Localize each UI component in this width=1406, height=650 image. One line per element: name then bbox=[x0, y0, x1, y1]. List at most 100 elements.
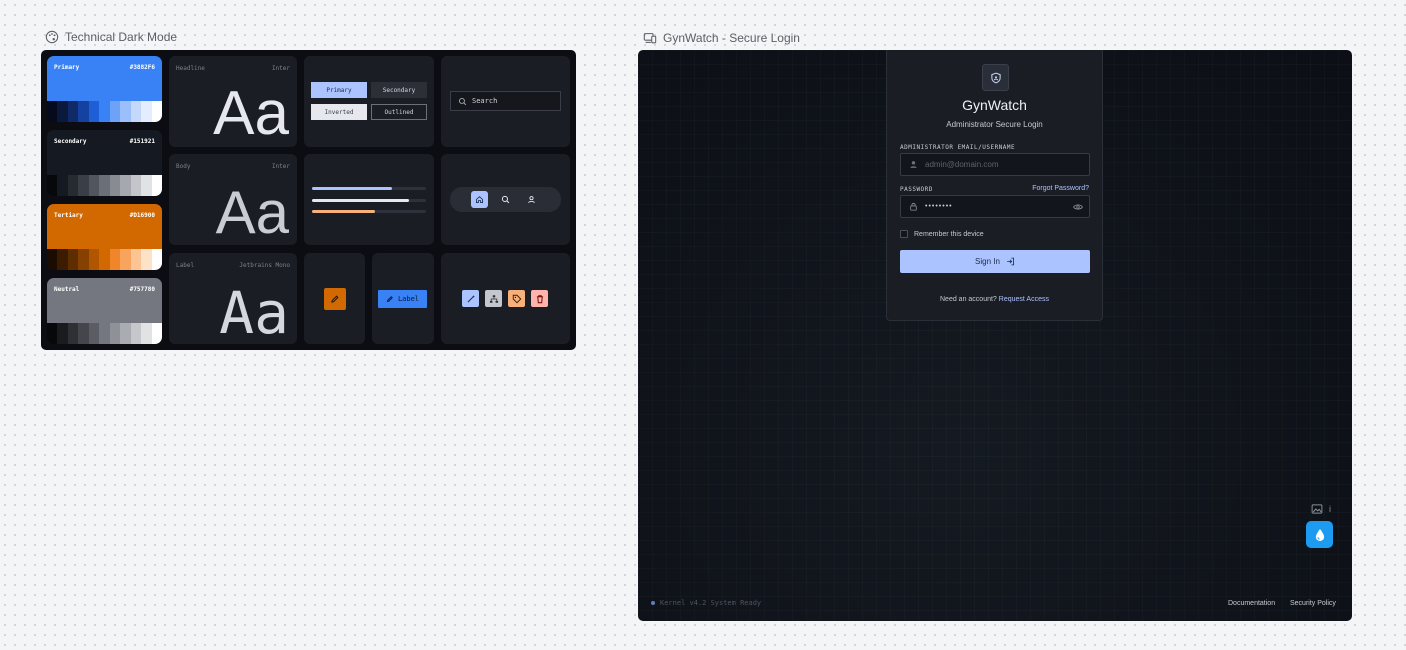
type-role: Label bbox=[176, 262, 195, 269]
swatch-shade bbox=[88, 175, 100, 196]
secondary-button-sample[interactable]: Secondary bbox=[371, 82, 427, 98]
swatch-shade bbox=[78, 101, 89, 122]
trash-icon bbox=[536, 294, 543, 303]
remember-device[interactable]: Remember this device bbox=[900, 230, 984, 238]
swatch-name: Tertiary bbox=[54, 212, 83, 219]
search-icon bbox=[501, 195, 510, 204]
swatch-shade bbox=[57, 175, 68, 196]
swatch-neutral[interactable]: Neutral #757780 bbox=[47, 278, 162, 344]
frame-title-design-system[interactable]: Technical Dark Mode bbox=[45, 30, 177, 44]
swatch-primary[interactable]: Primary #3882F6 bbox=[47, 56, 162, 122]
swatch-shade bbox=[99, 249, 110, 270]
swatch-shade bbox=[109, 249, 121, 270]
frame-title-label: GynWatch - Secure Login bbox=[663, 31, 800, 45]
chip-magic[interactable] bbox=[462, 290, 479, 307]
type-font: Inter bbox=[271, 65, 290, 72]
type-role: Headline bbox=[176, 65, 205, 72]
label-button-text: Label bbox=[397, 295, 420, 303]
swatch-shade bbox=[47, 101, 58, 122]
status-dot bbox=[651, 601, 655, 605]
swatch-tertiary[interactable]: Tertiary #D16900 bbox=[47, 204, 162, 270]
sign-in-label: Sign In bbox=[975, 257, 1000, 266]
swatch-shade bbox=[109, 175, 121, 196]
swatch-shade bbox=[120, 101, 131, 122]
swatch-shade bbox=[67, 323, 79, 344]
swatch-shade bbox=[130, 175, 142, 196]
nav-card bbox=[441, 154, 570, 245]
type-sample: Aa bbox=[213, 79, 289, 148]
swatch-secondary[interactable]: Secondary #151921 bbox=[47, 130, 162, 196]
type-font: Inter bbox=[271, 163, 290, 170]
signup-line: Need an account? Request Access bbox=[887, 296, 1102, 303]
nav-search[interactable] bbox=[497, 191, 514, 208]
email-field[interactable]: admin@domain.com bbox=[900, 153, 1090, 176]
label-button-sample[interactable]: Label bbox=[378, 290, 427, 308]
progress-bar-2 bbox=[312, 199, 426, 202]
pencil-icon bbox=[331, 295, 339, 303]
type-card-headline[interactable]: Headline Inter Aa bbox=[169, 56, 297, 147]
swatch-shade bbox=[120, 175, 131, 196]
chips-card bbox=[441, 253, 570, 344]
documentation-link[interactable]: Documentation bbox=[1228, 600, 1275, 607]
swatch-shade bbox=[47, 175, 58, 196]
progress-bar-3 bbox=[312, 210, 426, 213]
inverted-button-sample[interactable]: Inverted bbox=[311, 104, 367, 120]
email-placeholder: admin@domain.com bbox=[925, 160, 999, 169]
swatch-shade bbox=[141, 175, 152, 196]
password-field[interactable]: •••••••• bbox=[900, 195, 1090, 218]
request-access-link[interactable]: Request Access bbox=[999, 296, 1049, 303]
search-card: Search bbox=[441, 56, 570, 147]
swatch-shade bbox=[88, 101, 100, 122]
swatch-shade bbox=[47, 323, 58, 344]
buttons-card: Primary Secondary Inverted Outlined bbox=[304, 56, 434, 147]
swatch-shade bbox=[78, 175, 89, 196]
login-arrow-icon bbox=[1007, 257, 1014, 266]
swatch-shade bbox=[130, 101, 142, 122]
swatch-shade bbox=[151, 101, 162, 122]
chip-tag[interactable] bbox=[508, 290, 525, 307]
type-role: Body bbox=[176, 163, 191, 170]
eye-icon[interactable] bbox=[1073, 202, 1083, 212]
swatch-shade bbox=[57, 101, 68, 122]
progress-fill bbox=[312, 187, 392, 190]
chip-row bbox=[462, 290, 548, 307]
status-text: Kernel v4.2 System Ready bbox=[660, 599, 762, 607]
remember-checkbox[interactable] bbox=[900, 230, 908, 238]
droplet-fab-button[interactable] bbox=[1306, 521, 1333, 548]
brand-name: GynWatch bbox=[962, 97, 1027, 113]
swatch-shade bbox=[99, 175, 110, 196]
type-sample: Aa bbox=[219, 279, 289, 347]
primary-button-sample[interactable]: Primary bbox=[311, 82, 367, 98]
swatch-strip bbox=[47, 249, 162, 270]
sign-in-button[interactable]: Sign In bbox=[900, 250, 1090, 273]
outlined-button-sample[interactable]: Outlined bbox=[371, 104, 427, 120]
swatch-shade bbox=[67, 249, 79, 270]
edit-icon-button[interactable] bbox=[324, 288, 346, 310]
frame-title-login[interactable]: GynWatch - Secure Login bbox=[643, 31, 800, 45]
swatch-shade bbox=[88, 249, 100, 270]
nav-profile[interactable] bbox=[523, 191, 540, 208]
swatch-shade bbox=[99, 323, 110, 344]
swatch-shade bbox=[109, 101, 121, 122]
swatch-name: Neutral bbox=[54, 286, 80, 293]
forgot-password-link[interactable]: Forgot Password? bbox=[1032, 185, 1089, 192]
swatch-shade bbox=[78, 323, 89, 344]
security-policy-link[interactable]: Security Policy bbox=[1290, 600, 1336, 607]
swatch-shade bbox=[141, 101, 152, 122]
chip-delete[interactable] bbox=[531, 290, 548, 307]
nav-home[interactable] bbox=[471, 191, 488, 208]
info-icon[interactable]: i bbox=[1329, 504, 1331, 514]
search-input-sample[interactable]: Search bbox=[450, 91, 561, 111]
progress-card bbox=[304, 154, 434, 245]
login-card: GynWatch Administrator Secure Login ADMI… bbox=[886, 50, 1103, 321]
swatch-shade bbox=[57, 323, 68, 344]
type-card-body[interactable]: Body Inter Aa bbox=[169, 154, 297, 245]
user-icon bbox=[910, 161, 917, 168]
image-icon[interactable] bbox=[1311, 503, 1323, 515]
swatch-shade bbox=[67, 101, 79, 122]
type-card-label[interactable]: Label Jetbrains Mono Aa bbox=[169, 253, 297, 344]
email-label: ADMINISTRATOR EMAIL/USERNAME bbox=[900, 144, 1016, 151]
chip-hierarchy[interactable] bbox=[485, 290, 502, 307]
swatch-name: Primary bbox=[54, 64, 80, 71]
swatch-shade bbox=[67, 175, 79, 196]
